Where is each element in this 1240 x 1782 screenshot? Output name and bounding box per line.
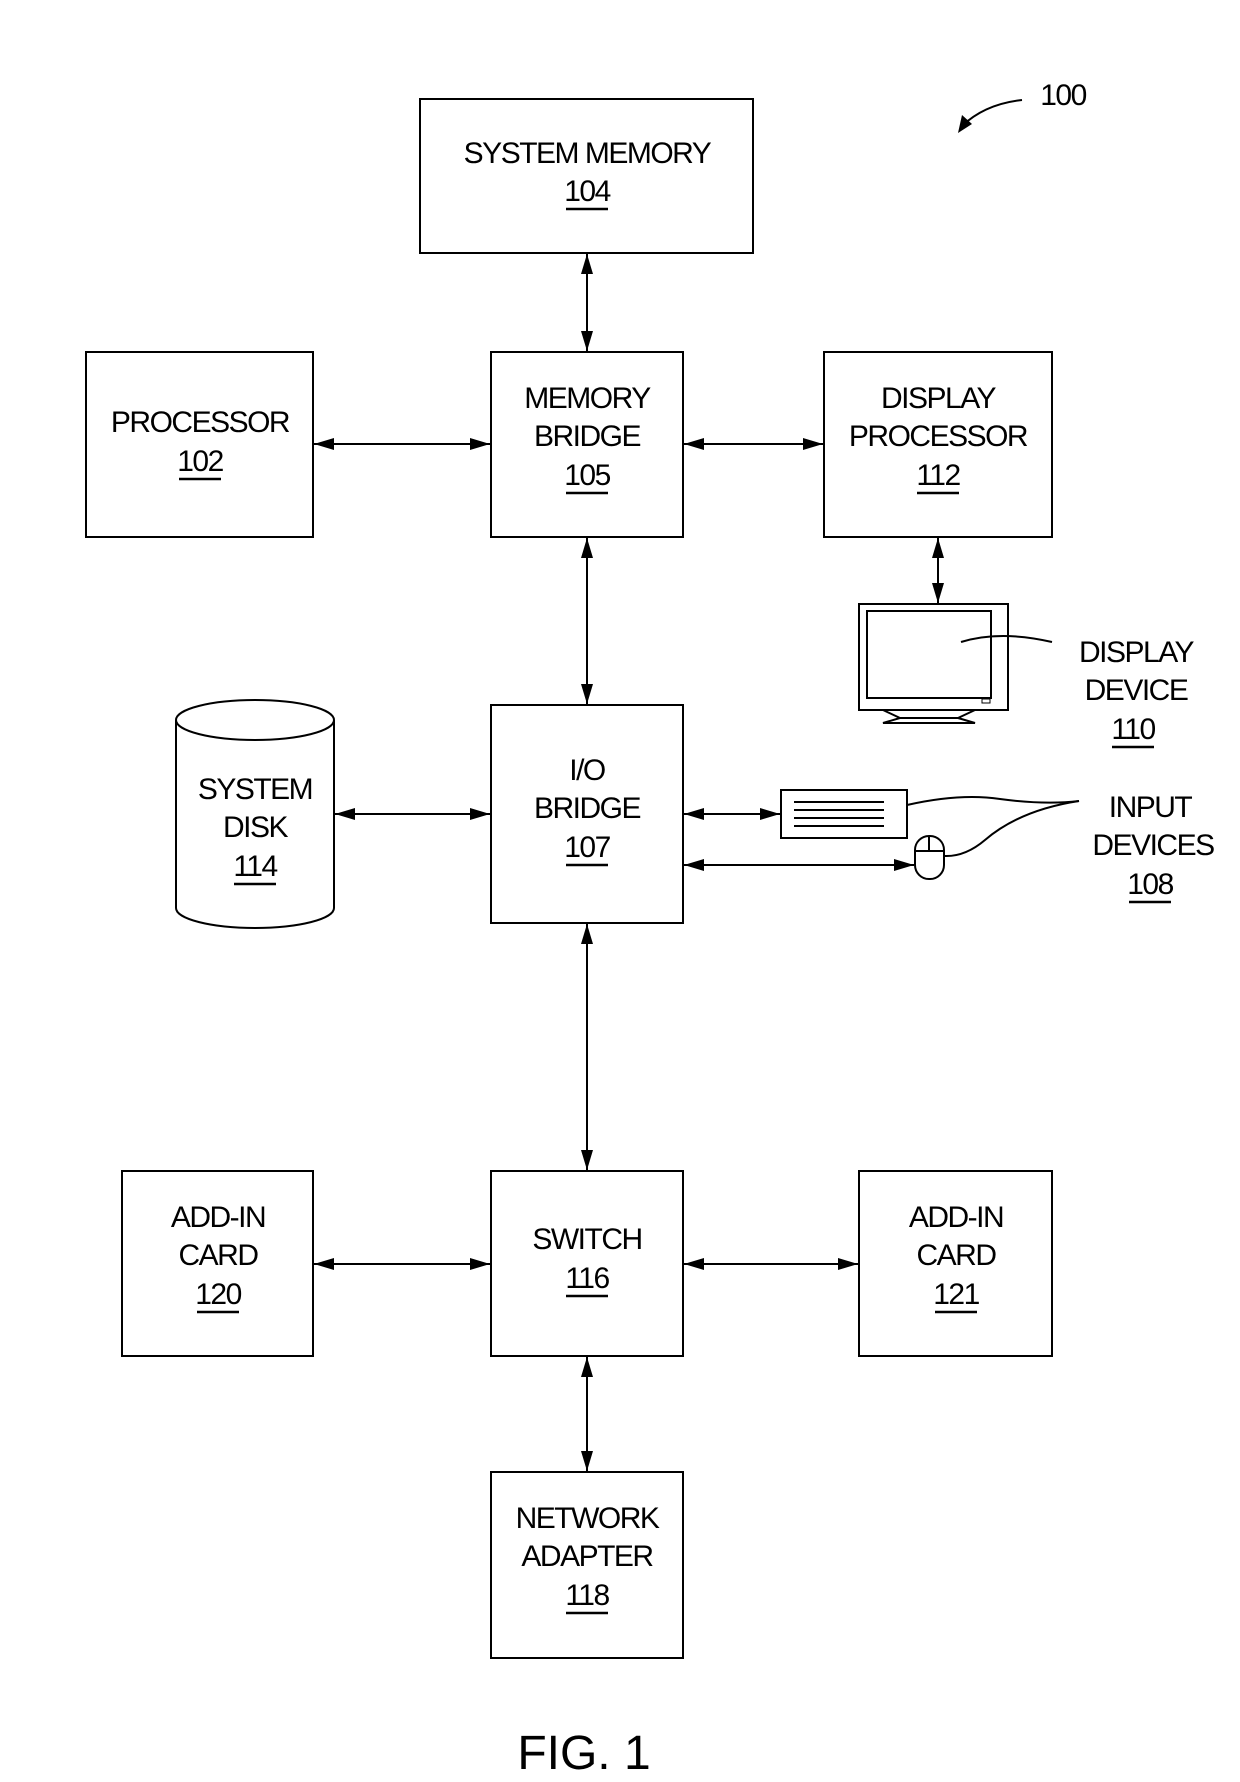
memory-bridge-block[interactable]: MEMORY BRIDGE 105 [490,351,684,538]
keyboard-leader [906,796,1080,806]
add-in-card-120-block[interactable]: ADD-IN CARD 120 [121,1170,314,1357]
add-in-card-120-label-line2: CARD [178,1239,258,1272]
reference-leader-line [961,99,1023,127]
figure-reference-label: 100 [1040,79,1086,112]
switch-label: SWITCH [532,1223,641,1256]
monitor-icon [858,603,1009,724]
memory-bridge-ref: 105 [564,459,610,492]
display-processor-label-line1: DISPLAY [881,382,996,415]
network-adapter-ref: 118 [565,1579,609,1612]
memory-bridge-label-line2: BRIDGE [534,420,641,453]
figure-reference: 100 [958,79,1088,133]
reference-arrow-icon [958,115,972,133]
system-disk[interactable]: SYSTEM DISK 114 [175,699,335,929]
figure-caption: FIG. 1 [517,1727,650,1780]
io-bridge-label-line1: I/O [569,754,605,787]
display-device-label-line1: DISPLAY [1079,636,1194,669]
display-device[interactable]: DISPLAY DEVICE 110 [858,603,1196,749]
add-in-card-121-label-line2: CARD [916,1239,996,1272]
io-bridge-block[interactable]: I/O BRIDGE 107 [490,704,684,924]
input-devices-label-line2: DEVICES [1092,829,1214,862]
processor-block[interactable]: PROCESSOR 102 [85,351,314,538]
switch-block[interactable]: SWITCH 116 [490,1170,684,1357]
network-adapter-label-line2: ADAPTER [521,1540,653,1573]
system-memory-block[interactable]: SYSTEM MEMORY 104 [419,98,754,254]
display-processor-ref: 112 [916,459,960,492]
processor-ref: 102 [177,445,223,478]
display-device-label-line2: DEVICE [1085,674,1188,707]
add-in-card-120-ref: 120 [195,1278,241,1311]
input-devices-label-line1: INPUT [1109,791,1193,824]
io-bridge-label-line2: BRIDGE [534,792,641,825]
display-device-ref: 110 [1111,713,1155,746]
block-diagram: 100 SYSTEM MEMORY 104 PROCESSOR 102 MEMO… [85,79,1216,1780]
system-memory-label: SYSTEM MEMORY [464,137,712,170]
add-in-card-121-ref: 121 [933,1278,979,1311]
memory-bridge-label-line1: MEMORY [524,382,651,415]
mouse-icon [914,835,945,880]
system-disk-label-line2: DISK [223,811,289,844]
display-processor-label-line2: PROCESSOR [849,420,1028,453]
add-in-card-120-label-line1: ADD-IN [171,1201,265,1234]
network-adapter-label-line1: NETWORK [516,1502,660,1535]
system-memory-ref: 104 [564,175,610,208]
display-processor-block[interactable]: DISPLAY PROCESSOR 112 [823,351,1053,538]
io-bridge-ref: 107 [564,831,610,864]
switch-ref: 116 [565,1262,609,1295]
input-devices[interactable]: INPUT DEVICES 108 [780,789,1216,904]
add-in-card-121-block[interactable]: ADD-IN CARD 121 [858,1170,1053,1357]
input-devices-ref: 108 [1127,868,1173,901]
system-disk-ref: 114 [233,850,277,883]
network-adapter-block[interactable]: NETWORK ADAPTER 118 [490,1471,684,1659]
system-disk-label-line1: SYSTEM [198,773,312,806]
keyboard-icon [780,789,908,839]
processor-label: PROCESSOR [111,406,290,439]
add-in-card-121-label-line1: ADD-IN [909,1201,1003,1234]
mouse-leader [943,800,1080,858]
